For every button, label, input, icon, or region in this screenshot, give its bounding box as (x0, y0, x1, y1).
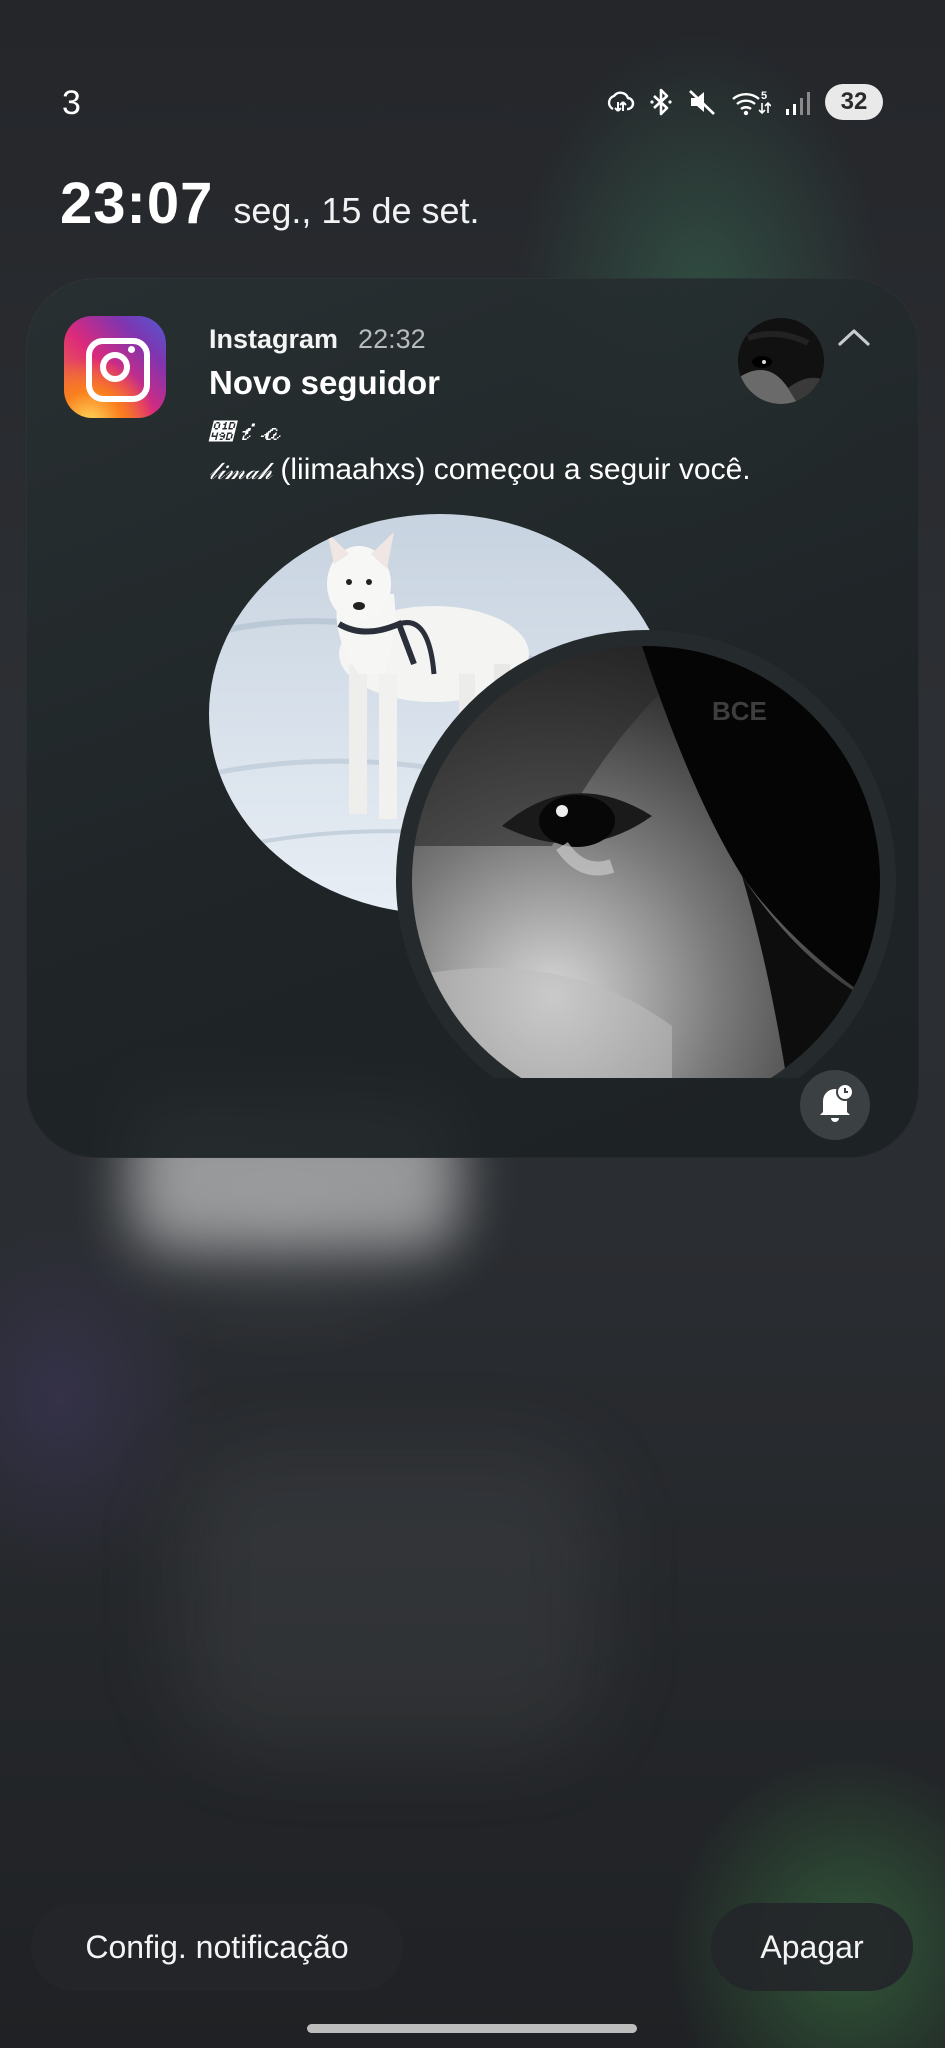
collapse-chevron-icon[interactable] (834, 322, 874, 352)
instagram-icon (64, 316, 166, 418)
notification-app-name: Instagram (209, 324, 339, 354)
status-icons: 5 32 (605, 84, 883, 120)
wifi-5g-icon: 5 (731, 87, 771, 117)
mute-icon (687, 87, 717, 117)
notification-settings-button[interactable]: Config. notificação (31, 1903, 403, 1991)
battery-indicator: 32 (825, 84, 883, 120)
image-watermark: BCE (712, 696, 767, 726)
notification-time: 22:32 (358, 324, 426, 354)
bluetooth-icon (649, 87, 673, 117)
notification-title: Novo seguidor (209, 364, 441, 401)
svg-text:5: 5 (761, 90, 767, 102)
home-indicator[interactable] (307, 2024, 637, 2033)
notification-card[interactable]: Instagram 22:32 Novo seguidor 𝒝𝒾𝒶 𝓁𝒾𝓂𝒶𝒽 … (26, 278, 919, 1158)
notification-body: 𝓁𝒾𝓂𝒶𝒽 (liimaahxs) começou a seguir você. (209, 453, 751, 487)
snooze-button[interactable] (800, 1070, 870, 1140)
notification-header: Instagram 22:32 (209, 324, 426, 355)
sender-avatar[interactable] (738, 318, 824, 404)
background-blur-2 (180, 1450, 600, 1750)
clear-button[interactable]: Apagar (711, 1903, 913, 1991)
clock-time: 23:07 (60, 171, 214, 236)
notification-body-text: (liimaahxs) começou a seguir você. (272, 453, 751, 486)
sender-name-line1: 𝒝𝒾𝒶 (209, 418, 281, 446)
signal-icon (785, 87, 811, 117)
sync-data-icon (605, 87, 635, 117)
lockscreen-clock: 23:07 seg., 15 de set. (60, 170, 480, 237)
notification-count: 3 (62, 84, 81, 122)
sender-name-line2: 𝓁𝒾𝓂𝒶𝒽 (209, 457, 273, 485)
clock-date: seg., 15 de set. (233, 190, 480, 231)
notification-image-eye-wrap: BCE (396, 630, 896, 1078)
status-bar: 3 5 32 (0, 0, 945, 130)
snooze-bell-icon (815, 1082, 855, 1129)
